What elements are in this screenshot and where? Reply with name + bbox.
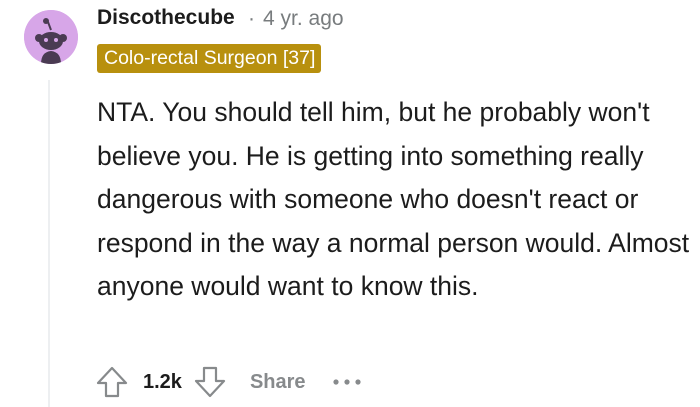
- meta-separator: ·: [248, 7, 255, 30]
- user-flair: Colo-rectal Surgeon [37]: [97, 44, 322, 73]
- comment-age[interactable]: 4 yr. ago: [263, 7, 344, 30]
- comment-author[interactable]: Discothecube: [97, 6, 235, 30]
- more-options-icon: [332, 379, 361, 385]
- reddit-snoo-avatar-icon: [24, 10, 78, 64]
- upvote-button[interactable]: [92, 362, 132, 402]
- downvote-button[interactable]: [190, 362, 230, 402]
- thread-line[interactable]: [48, 80, 50, 407]
- downvote-arrow-icon: [194, 366, 226, 398]
- more-options-button[interactable]: [332, 362, 362, 402]
- comment-actions: 1.2k Share: [92, 360, 362, 404]
- upvote-arrow-icon: [96, 366, 128, 398]
- avatar[interactable]: [24, 10, 78, 64]
- vote-score: 1.2k: [143, 370, 182, 393]
- share-button[interactable]: Share: [250, 371, 306, 394]
- comment-body: NTA. You should tell him, but he probabl…: [97, 97, 690, 301]
- comment-meta: · 4 yr. ago: [248, 7, 344, 31]
